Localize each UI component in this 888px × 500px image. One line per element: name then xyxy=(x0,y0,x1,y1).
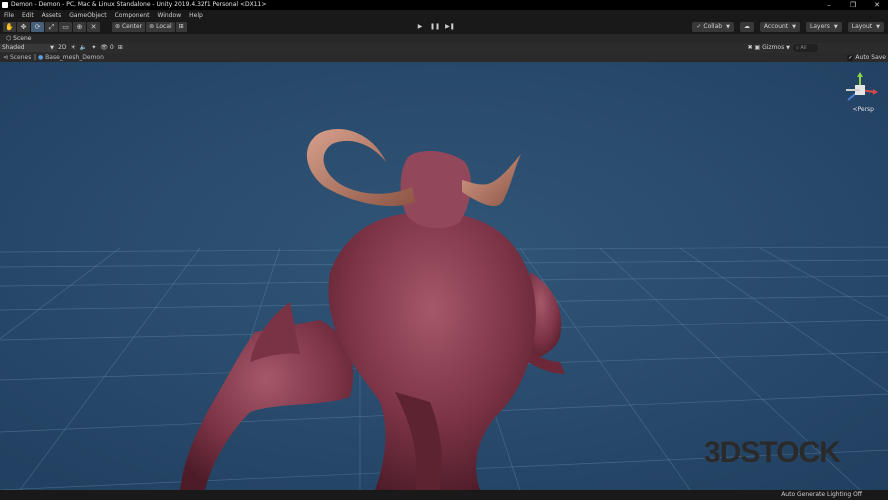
lighting-icon[interactable]: ☀ xyxy=(70,44,75,52)
layout-label: Layout xyxy=(851,23,873,30)
breadcrumb-scenes[interactable]: ⊲ Scenes xyxy=(3,53,31,62)
grid-toggle-icon[interactable]: ⊞ xyxy=(118,44,123,52)
shading-mode-dropdown[interactable]: Shaded ▼ xyxy=(0,44,57,52)
breadcrumb-separator: | xyxy=(34,54,37,61)
window-title: Demon - Demon - PC, Mac & Linux Standalo… xyxy=(11,1,267,8)
auto-save-toggle[interactable]: ✓ Auto Save xyxy=(847,54,886,61)
chevron-down-icon: ▼ xyxy=(50,45,54,51)
gizmos-dropdown[interactable]: ✖ ▣ Gizmos ▼ xyxy=(748,44,790,52)
scenes-icon: ⊲ xyxy=(3,54,9,61)
grid-snap-button[interactable]: ⊞ xyxy=(175,22,187,32)
breadcrumb: ⊲ Scenes | ● Base_mesh_Demon ✓ Auto Save xyxy=(0,53,888,62)
play-button[interactable]: ▶ xyxy=(413,22,427,32)
auto-save-checkbox[interactable]: ✓ xyxy=(847,54,854,61)
tools-icon: ✖ xyxy=(747,44,753,51)
step-button[interactable]: ▶❚ xyxy=(443,22,457,32)
tab-scene-label: Scene xyxy=(13,35,32,42)
menu-bar: File Edit Assets GameObject Component Wi… xyxy=(0,10,888,20)
lighting-status: Auto Generate Lighting Off xyxy=(781,491,862,498)
collab-label: Collab xyxy=(703,23,723,30)
minimize-button[interactable]: – xyxy=(824,1,834,9)
hand-icon[interactable]: ✋ xyxy=(3,22,16,32)
breadcrumb-item-label: Base_mesh_Demon xyxy=(45,54,104,61)
menu-gameobject[interactable]: GameObject xyxy=(65,12,110,19)
scene-icon: ⬡ xyxy=(6,35,12,42)
breadcrumb-current[interactable]: ● Base_mesh_Demon xyxy=(38,53,104,62)
layout-dropdown[interactable]: Layout ▼ xyxy=(847,22,884,32)
menu-assets[interactable]: Assets xyxy=(38,12,66,19)
transform-tools: ✋ ✥ ⟳ ⤢ ▭ ⊕ ✕ xyxy=(3,22,100,32)
move-icon[interactable]: ✥ xyxy=(17,22,30,32)
camera-icon: ▣ xyxy=(754,44,761,51)
chevron-down-icon: ▼ xyxy=(792,24,797,30)
axis-gizmo-icon[interactable] xyxy=(840,72,880,108)
mode-2d-toggle[interactable]: 2D xyxy=(58,44,66,52)
menu-help[interactable]: Help xyxy=(185,12,207,19)
custom-tool-icon[interactable]: ✕ xyxy=(87,22,100,32)
unity-logo-icon xyxy=(2,2,8,8)
collab-dropdown[interactable]: ✓ Collab ▼ xyxy=(692,22,734,32)
menu-file[interactable]: File xyxy=(0,12,18,19)
shading-mode-label: Shaded xyxy=(2,44,25,51)
pivot-icon: ⊛ xyxy=(115,23,121,30)
scene-tab-bar: ⬡ Scene xyxy=(0,34,888,43)
play-controls: ▶ ❚❚ ▶❚ xyxy=(413,22,457,32)
rotate-icon[interactable]: ⟳ xyxy=(31,22,44,32)
auto-save-label: Auto Save xyxy=(855,54,886,61)
collab-icon: ✓ xyxy=(696,23,702,30)
pivot-rotation-label: Local xyxy=(156,23,172,30)
pivot-rotation-button[interactable]: ⊚ Local xyxy=(146,22,175,32)
search-icon: ⌕ xyxy=(796,45,799,51)
status-bar: Auto Generate Lighting Off xyxy=(0,490,888,500)
pivot-mode-label: Center xyxy=(121,23,143,30)
chevron-down-icon: ▼ xyxy=(876,24,880,30)
cloud-icon[interactable]: ☁ xyxy=(739,22,754,32)
scene-viewport[interactable]: <Persp xyxy=(0,62,888,490)
layers-dropdown[interactable]: Layers ▼ xyxy=(806,22,842,32)
main-toolbar: ✋ ✥ ⟳ ⤢ ▭ ⊕ ✕ ⊛ Center ⊚ Local ⊞ ▶ ❚❚ ▶❚… xyxy=(0,20,888,34)
prefab-icon: ● xyxy=(38,54,44,61)
chevron-down-icon: ▼ xyxy=(833,24,838,30)
layers-label: Layers xyxy=(810,23,830,30)
menu-component[interactable]: Component xyxy=(111,12,154,19)
hidden-objects-icon[interactable]: 👁 0 xyxy=(100,44,113,52)
chevron-down-icon: ▼ xyxy=(726,24,730,30)
effects-icon[interactable]: ✦ xyxy=(91,44,96,52)
grid-snap-icon: ⊞ xyxy=(178,23,184,30)
window-controls: – ❐ ✕ xyxy=(824,0,882,10)
close-button[interactable]: ✕ xyxy=(872,1,882,9)
chevron-down-icon: ▼ xyxy=(786,45,790,51)
scale-icon[interactable]: ⤢ xyxy=(45,22,58,32)
scene-search-input[interactable]: ⌕ All xyxy=(793,44,818,52)
gizmos-label: Gizmos xyxy=(762,44,785,51)
window-title-bar: Demon - Demon - PC, Mac & Linux Standalo… xyxy=(0,0,888,10)
menu-window[interactable]: Window xyxy=(153,12,185,19)
scene-render[interactable] xyxy=(0,62,888,490)
account-tools: ✓ Collab ▼ ☁ Account ▼ Layers ▼ Layout ▼ xyxy=(692,22,884,32)
account-dropdown[interactable]: Account ▼ xyxy=(759,22,801,32)
tab-scene[interactable]: ⬡ Scene xyxy=(2,34,35,43)
pivot-mode-button[interactable]: ⊛ Center xyxy=(112,22,146,32)
audio-icon[interactable]: 🔈 xyxy=(80,44,87,52)
watermark-logo: 3DSTOCK xyxy=(704,436,841,469)
transform-icon[interactable]: ⊕ xyxy=(73,22,86,32)
perspective-label[interactable]: <Persp xyxy=(852,106,874,113)
search-placeholder: All xyxy=(800,45,807,51)
account-label: Account xyxy=(763,23,789,30)
menu-edit[interactable]: Edit xyxy=(18,12,38,19)
maximize-button[interactable]: ❐ xyxy=(848,1,858,9)
breadcrumb-root-label: Scenes xyxy=(9,54,32,61)
scene-view-toggles: 2D ☀ 🔈 ✦ 👁 0 ⊞ xyxy=(58,44,123,52)
pause-button[interactable]: ❚❚ xyxy=(428,22,442,32)
rect-icon[interactable]: ▭ xyxy=(59,22,72,32)
pivot-controls: ⊛ Center ⊚ Local ⊞ xyxy=(112,22,187,32)
globe-icon: ⊚ xyxy=(149,23,155,30)
